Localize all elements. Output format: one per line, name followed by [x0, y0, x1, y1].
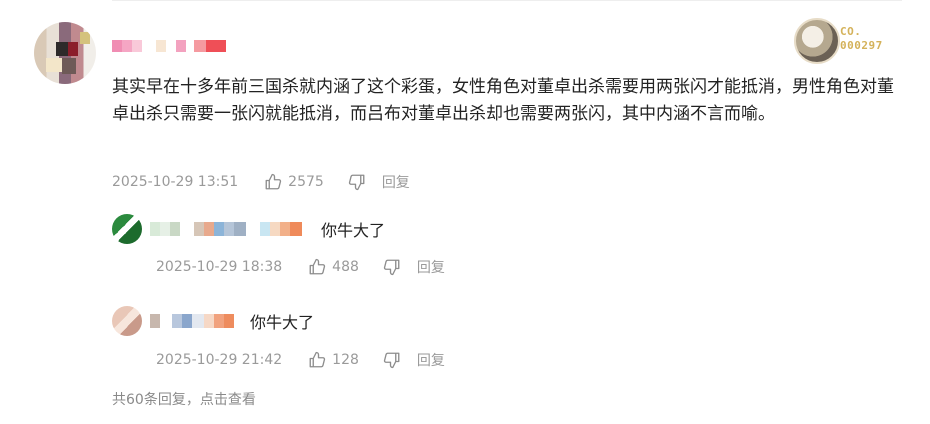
comment-text: 其实早在十多年前三国杀就内涵了这个彩蛋，女性角色对董卓出杀需要用两张闪才能抵消，…: [112, 77, 894, 124]
comment-meta: 2025-10-29 13:51 2575 回复: [112, 172, 410, 192]
thumbs-down-icon[interactable]: [348, 173, 366, 191]
reply-meta: 2025-10-29 18:38 488 回复: [156, 257, 445, 277]
fan-badge-image: [794, 18, 840, 64]
reply-text: 你牛大了: [250, 313, 315, 332]
thumbs-up-icon[interactable]: [308, 258, 326, 276]
reply-time: 2025-10-29 21:42: [156, 352, 283, 368]
reply-text: 你牛大了: [321, 221, 386, 240]
reply-time: 2025-10-29 18:38: [156, 259, 283, 275]
fan-badge-number: CO. 000297: [840, 25, 883, 52]
view-all-replies-link[interactable]: 共60条回复，点击查看: [112, 389, 256, 409]
reply-button[interactable]: 回复: [417, 350, 445, 370]
thumbs-down-icon[interactable]: [383, 258, 401, 276]
thumbs-up-icon[interactable]: [308, 351, 326, 369]
like-count: 128: [332, 352, 359, 368]
reply-username-blurred[interactable]: [150, 222, 302, 236]
comment-time: 2025-10-29 13:51: [112, 174, 239, 190]
like-count: 488: [332, 259, 359, 275]
thumbs-down-icon[interactable]: [383, 351, 401, 369]
thumbs-up-icon[interactable]: [264, 173, 282, 191]
reply-button[interactable]: 回复: [382, 172, 410, 192]
reply-avatar[interactable]: [112, 306, 142, 336]
reply-avatar[interactable]: [112, 214, 142, 244]
avatar[interactable]: [34, 22, 96, 84]
reply-button[interactable]: 回复: [417, 257, 445, 277]
divider: [112, 0, 902, 1]
reply-meta: 2025-10-29 21:42 128 回复: [156, 350, 445, 370]
username-blurred[interactable]: [112, 40, 226, 52]
like-count: 2575: [288, 174, 324, 190]
reply-username-blurred[interactable]: [150, 314, 234, 328]
